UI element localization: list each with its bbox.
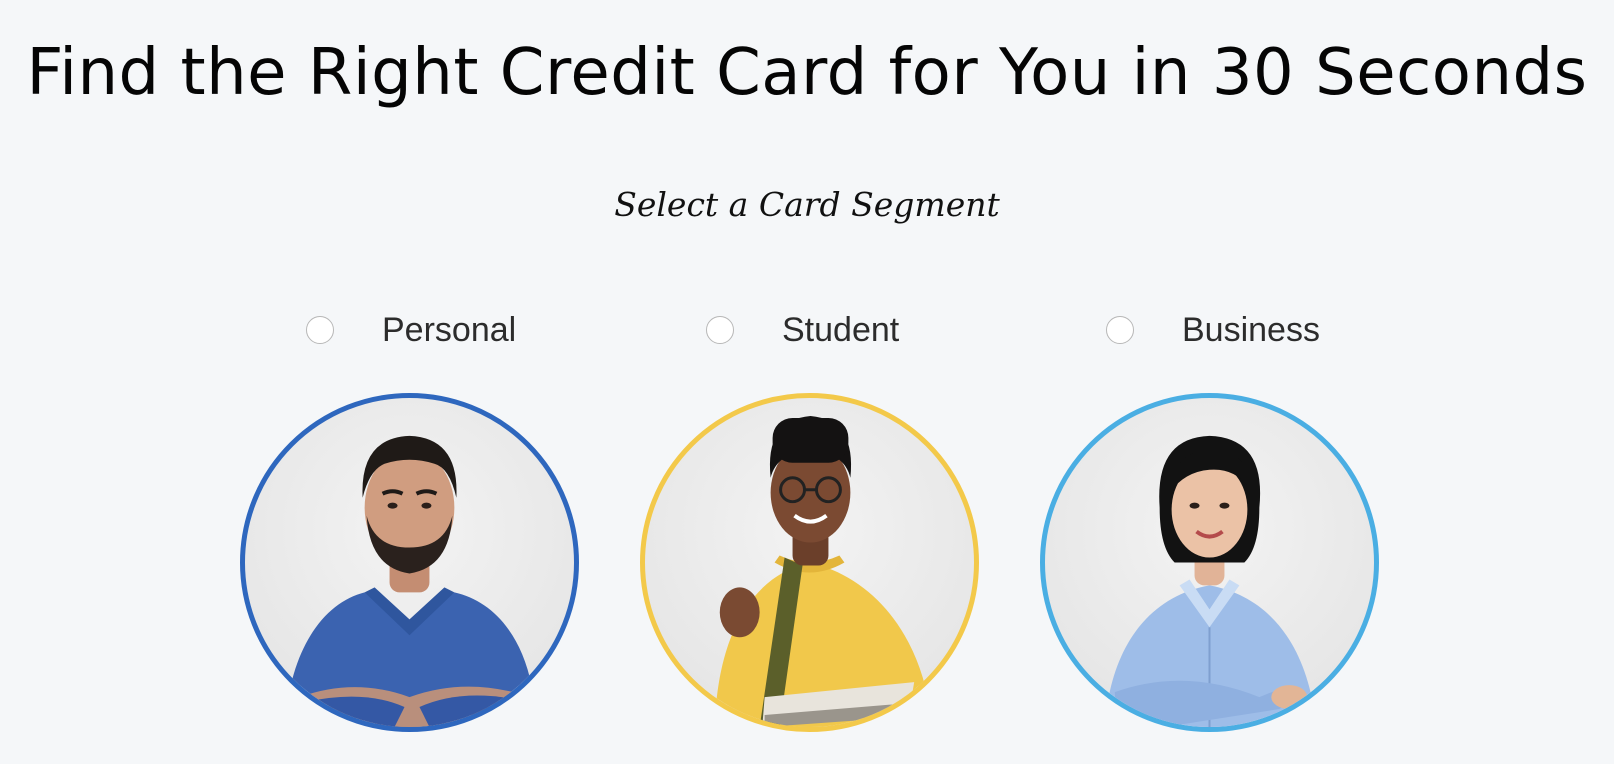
student-portrait[interactable] [640,393,979,732]
man-portrait-icon [284,435,537,727]
segment-label-personal: Personal [382,310,517,349]
segment-option-personal[interactable]: Personal [306,305,516,355]
business-portrait[interactable] [1040,393,1379,732]
segment-label-student: Student [782,310,900,349]
radio-student[interactable] [706,316,734,344]
segment-option-student[interactable]: Student [706,305,899,355]
page-title: Find the Right Credit Card for You in 30… [26,36,1588,110]
radio-business[interactable] [1106,316,1134,344]
woman-portrait-icon [1104,435,1317,727]
radio-personal[interactable] [306,316,334,344]
segment-label-business: Business [1182,310,1320,349]
segment-option-business[interactable]: Business [1106,305,1320,355]
personal-portrait[interactable] [240,393,579,732]
student-portrait-icon [714,415,933,727]
segment-prompt: Select a Card Segment [614,185,1000,224]
